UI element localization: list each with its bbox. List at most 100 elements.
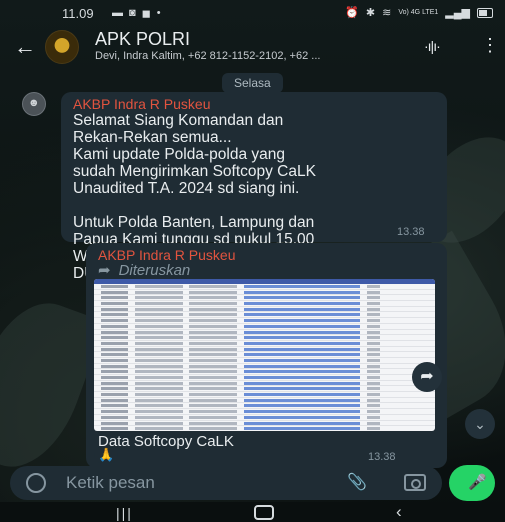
forward-button[interactable]: ➦ xyxy=(412,362,442,392)
document-table-cell xyxy=(100,421,129,425)
emoji-icon[interactable] xyxy=(26,473,46,493)
document-table-cell xyxy=(134,393,183,397)
document-table-row xyxy=(94,426,435,431)
document-table-cell xyxy=(243,387,360,391)
document-table-cell xyxy=(366,341,381,345)
attach-icon[interactable]: 📎 xyxy=(347,472,367,492)
document-table-cell xyxy=(100,290,129,294)
status-bar: 11.09 ▬ ◙ ◼ • ⏰ ✱ ≋ Vo) 4G LTE1 ▂▄▆ xyxy=(0,0,505,26)
document-table-cell xyxy=(243,324,360,328)
document-table-cell xyxy=(134,404,183,408)
message-bubble-image[interactable]: AKBP Indra R Puskeu ➦ Diteruskan Data Sof… xyxy=(86,243,447,468)
message-input-bar[interactable]: Ketik pesan 📎 xyxy=(10,466,442,500)
mic-icon: 🎤 xyxy=(468,474,487,491)
document-table-cell xyxy=(243,330,360,334)
mic-button[interactable]: 🎤 xyxy=(449,465,495,501)
document-table-cell xyxy=(189,319,238,323)
document-table-cell xyxy=(100,404,129,408)
document-table-cell xyxy=(189,364,238,368)
document-table-cell xyxy=(366,415,381,419)
document-table-cell xyxy=(366,376,381,379)
document-table-cell xyxy=(134,341,183,345)
dot-icon: • xyxy=(156,7,161,19)
document-table-cell xyxy=(134,336,183,340)
document-table-cell xyxy=(243,347,360,351)
document-table-cell xyxy=(243,381,360,385)
document-table-cell xyxy=(189,398,238,402)
document-table-cell xyxy=(243,336,360,340)
document-table-cell xyxy=(366,307,381,311)
camera-icon[interactable] xyxy=(404,474,426,491)
document-table-cell xyxy=(134,387,183,391)
document-table-cell xyxy=(134,381,183,385)
document-table-cell xyxy=(100,415,129,419)
document-table-cell xyxy=(134,296,183,300)
message-reaction[interactable]: 🙏 xyxy=(94,447,119,463)
recent-apps-icon[interactable]: ||| xyxy=(116,505,133,521)
signal-icon: ▂▄▆ xyxy=(445,7,470,19)
document-table-cell xyxy=(100,427,129,431)
document-table-cell xyxy=(243,302,360,306)
camera-icon: ◙ xyxy=(129,7,136,19)
status-time: 11.09 xyxy=(62,6,94,21)
system-nav-bar: ||| ‹ xyxy=(0,502,505,522)
group-title[interactable]: APK POLRI xyxy=(95,29,190,50)
forwarded-label: ➦ Diteruskan xyxy=(98,261,190,279)
message-bubble[interactable]: AKBP Indra R Puskeu Selamat Siang Komand… xyxy=(61,92,447,282)
document-table-cell xyxy=(134,319,183,323)
document-table-cell xyxy=(134,427,183,431)
forwarded-text: Diteruskan xyxy=(118,262,191,279)
document-table-cell xyxy=(189,302,238,306)
document-table-cell xyxy=(134,398,183,402)
document-table-cell xyxy=(100,296,129,300)
document-table-cell xyxy=(366,404,381,408)
home-icon[interactable] xyxy=(254,505,274,520)
group-members[interactable]: Devi, Indra Kaltim, +62 812-1152-2102, +… xyxy=(95,50,415,62)
document-table-cell xyxy=(189,427,238,431)
document-image[interactable] xyxy=(94,279,435,431)
document-table-cell xyxy=(100,347,129,351)
battery-icon xyxy=(477,7,493,18)
document-table-cell xyxy=(100,302,129,306)
group-avatar[interactable] xyxy=(45,30,79,64)
document-table-cell xyxy=(100,324,129,328)
document-table-cell xyxy=(366,313,381,317)
document-table-cell xyxy=(189,387,238,391)
forward-arrow-icon: ➦ xyxy=(98,262,111,279)
document-table-cell xyxy=(366,387,381,391)
audio-call-icon[interactable]: ·ı|ı· xyxy=(424,38,441,54)
document-table-cell xyxy=(366,358,381,362)
document-table-cell xyxy=(366,336,381,340)
document-table-cell xyxy=(134,376,183,379)
image-caption: Data Softcopy CaLK xyxy=(98,433,234,450)
document-table-cell xyxy=(366,347,381,351)
document-table-cell xyxy=(134,330,183,334)
document-table-cell xyxy=(243,353,360,357)
status-right-icons: ⏰ ✱ ≋ Vo) 4G LTE1 ▂▄▆ xyxy=(345,6,493,19)
more-options-icon[interactable]: ⋮ xyxy=(481,35,499,56)
message-input[interactable]: Ketik pesan xyxy=(66,473,155,493)
document-table-cell xyxy=(100,285,129,288)
document-table-cell xyxy=(189,307,238,311)
document-table-cell xyxy=(189,285,238,288)
document-table-cell xyxy=(134,370,183,374)
wifi-icon: ≋ xyxy=(382,7,392,19)
document-table-cell xyxy=(100,393,129,397)
user-icon: ☻ xyxy=(28,97,40,109)
scroll-down-button[interactable]: ⌄ xyxy=(465,409,495,439)
document-table-cell xyxy=(100,370,129,374)
document-table-cell xyxy=(243,319,360,323)
document-table-cell xyxy=(189,370,238,374)
document-table-cell xyxy=(189,296,238,300)
document-table-cell xyxy=(100,336,129,340)
document-table-cell xyxy=(189,381,238,385)
document-table-cell xyxy=(366,319,381,323)
document-table-cell xyxy=(189,341,238,345)
sender-avatar[interactable]: ☻ xyxy=(22,92,46,116)
document-table-cell xyxy=(366,353,381,357)
back-arrow-icon[interactable]: ← xyxy=(14,34,36,60)
sender-name[interactable]: AKBP Indra R Puskeu xyxy=(73,96,210,112)
document-table-cell xyxy=(189,415,238,419)
document-table-cell xyxy=(243,358,360,362)
nav-back-icon[interactable]: ‹ xyxy=(396,502,402,522)
